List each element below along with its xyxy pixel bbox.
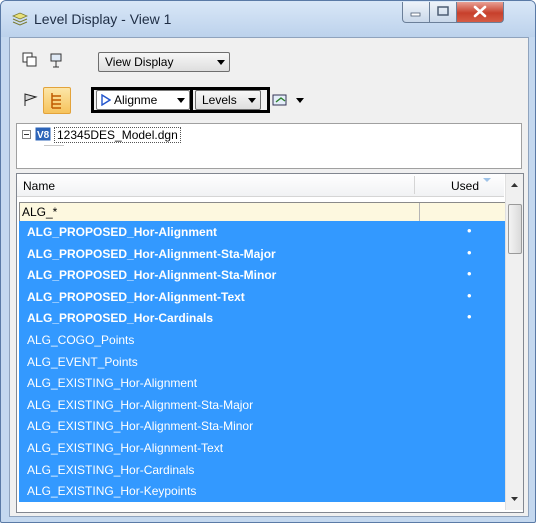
chevron-down-icon	[217, 60, 225, 65]
minimize-icon	[410, 12, 421, 17]
table-row[interactable]: ALG_COGO_Points	[19, 329, 505, 351]
level-name: ALG_EXISTING_Hor-Alignment	[27, 376, 198, 391]
table-row[interactable]: ALG_EXISTING_Hor-Alignment-Sta-Major	[19, 393, 505, 416]
used-indicator: •	[467, 244, 472, 260]
display-filter-icon[interactable]	[49, 52, 65, 68]
used-indicator: •	[467, 266, 472, 282]
model-file-name[interactable]: 12345DES_Model.dgn	[54, 127, 181, 143]
vertical-scrollbar[interactable]	[505, 174, 523, 510]
chevron-down-icon	[177, 98, 185, 103]
name-filter-row[interactable]: ALG_*	[19, 202, 507, 222]
svg-text:V8: V8	[37, 130, 50, 141]
levels-dropdown-label: Levels	[202, 93, 237, 107]
chevron-down-icon[interactable]	[296, 98, 304, 103]
name-column-header[interactable]: Name	[23, 179, 55, 193]
level-name: ALG_EXISTING_Hor-Alignment-Sta-Minor	[27, 419, 254, 434]
table-row[interactable]: ALG_PROPOSED_Hor-Alignment •	[19, 221, 505, 243]
maximize-button[interactable]	[429, 2, 457, 23]
scroll-down-icon[interactable]	[510, 496, 519, 502]
edit-levels-icon[interactable]	[272, 92, 290, 108]
tree-connector	[44, 145, 64, 146]
levels-dropdown[interactable]: Levels	[195, 90, 261, 110]
level-name: ALG_PROPOSED_Hor-Alignment-Text	[27, 289, 245, 304]
table-row[interactable]: ALG_PROPOSED_Hor-Alignment-Text •	[19, 285, 505, 308]
filter-dropdown-label: Alignme	[114, 93, 158, 107]
level-name: ALG_EVENT_Points	[27, 354, 138, 369]
table-row[interactable]: ALG_EXISTING_Hor-Keypoints	[19, 480, 505, 503]
table-row[interactable]: ALG_EXISTING_Hor-Alignment-Text	[19, 437, 505, 459]
level-name: ALG_EXISTING_Hor-Alignment-Text	[27, 441, 224, 455]
filter-icon	[101, 94, 111, 106]
level-name: ALG_PROPOSED_Hor-Alignment-Sta-Major	[27, 246, 276, 261]
level-name: ALG_PROPOSED_Hor-Alignment	[27, 225, 218, 239]
filter-dropdown[interactable]: Alignme	[96, 90, 190, 110]
minimize-button[interactable]	[402, 2, 430, 23]
sort-desc-icon	[483, 178, 491, 182]
levels-table: Name Used ALG_* ALG_PROPOSED_Hor-Alignme…	[16, 173, 524, 513]
window-client: View Display Alignme Levels V8 12345DES_…	[9, 37, 529, 517]
table-header: Name Used	[17, 174, 504, 197]
used-indicator: •	[467, 287, 472, 303]
level-display-window: Level Display - View 1 View Display Alig…	[0, 0, 536, 523]
close-icon	[473, 5, 487, 18]
view-mode-dropdown[interactable]: View Display	[98, 52, 230, 72]
copy-view-icon[interactable]	[22, 52, 38, 68]
close-button[interactable]	[456, 2, 504, 23]
level-flag-icon[interactable]	[22, 92, 40, 108]
level-name: ALG_EXISTING_Hor-Keypoints	[27, 484, 197, 499]
model-tree: V8 12345DES_Model.dgn	[16, 123, 522, 169]
collapse-icon[interactable]	[22, 130, 31, 139]
name-filter-input[interactable]: ALG_*	[22, 205, 57, 219]
dgn-file-icon: V8	[35, 127, 51, 141]
title-bar[interactable]: Level Display - View 1	[1, 1, 535, 37]
level-name: ALG_EXISTING_Hor-Alignment-Sta-Major	[27, 397, 254, 412]
view-mode-label: View Display	[105, 55, 174, 69]
table-row[interactable]: ALG_PROPOSED_Hor-Alignment-Sta-Minor •	[19, 264, 505, 287]
table-row[interactable]: ALG_EXISTING_Hor-Alignment	[19, 372, 505, 395]
used-column-header[interactable]: Used	[451, 179, 479, 193]
table-row[interactable]: ALG_PROPOSED_Hor-Cardinals •	[19, 307, 505, 330]
level-name: ALG_PROPOSED_Hor-Alignment-Sta-Minor	[27, 268, 277, 283]
scroll-up-icon[interactable]	[510, 182, 519, 188]
maximize-icon	[437, 6, 449, 16]
chevron-down-icon	[248, 98, 256, 103]
level-stack-icon	[12, 12, 28, 26]
scroll-thumb[interactable]	[508, 204, 522, 254]
table-row[interactable]: ALG_EVENT_Points	[19, 350, 505, 373]
used-indicator: •	[467, 223, 472, 238]
level-name: ALG_EXISTING_Hor-Cardinals	[27, 462, 195, 477]
level-list-view-button[interactable]	[43, 87, 71, 114]
table-row[interactable]: ALG_PROPOSED_Hor-Alignment-Sta-Major •	[19, 242, 505, 265]
column-divider[interactable]	[414, 176, 415, 194]
table-row[interactable]: ALG_EXISTING_Hor-Alignment-Sta-Minor	[19, 415, 505, 438]
used-indicator: •	[467, 309, 472, 325]
filter-divider	[419, 203, 420, 221]
level-name: ALG_PROPOSED_Hor-Cardinals	[27, 311, 214, 326]
window-title: Level Display - View 1	[34, 11, 172, 27]
table-row[interactable]: ALG_EXISTING_Hor-Cardinals	[19, 458, 505, 481]
level-list-icon	[51, 93, 61, 109]
level-name: ALG_COGO_Points	[27, 333, 135, 347]
